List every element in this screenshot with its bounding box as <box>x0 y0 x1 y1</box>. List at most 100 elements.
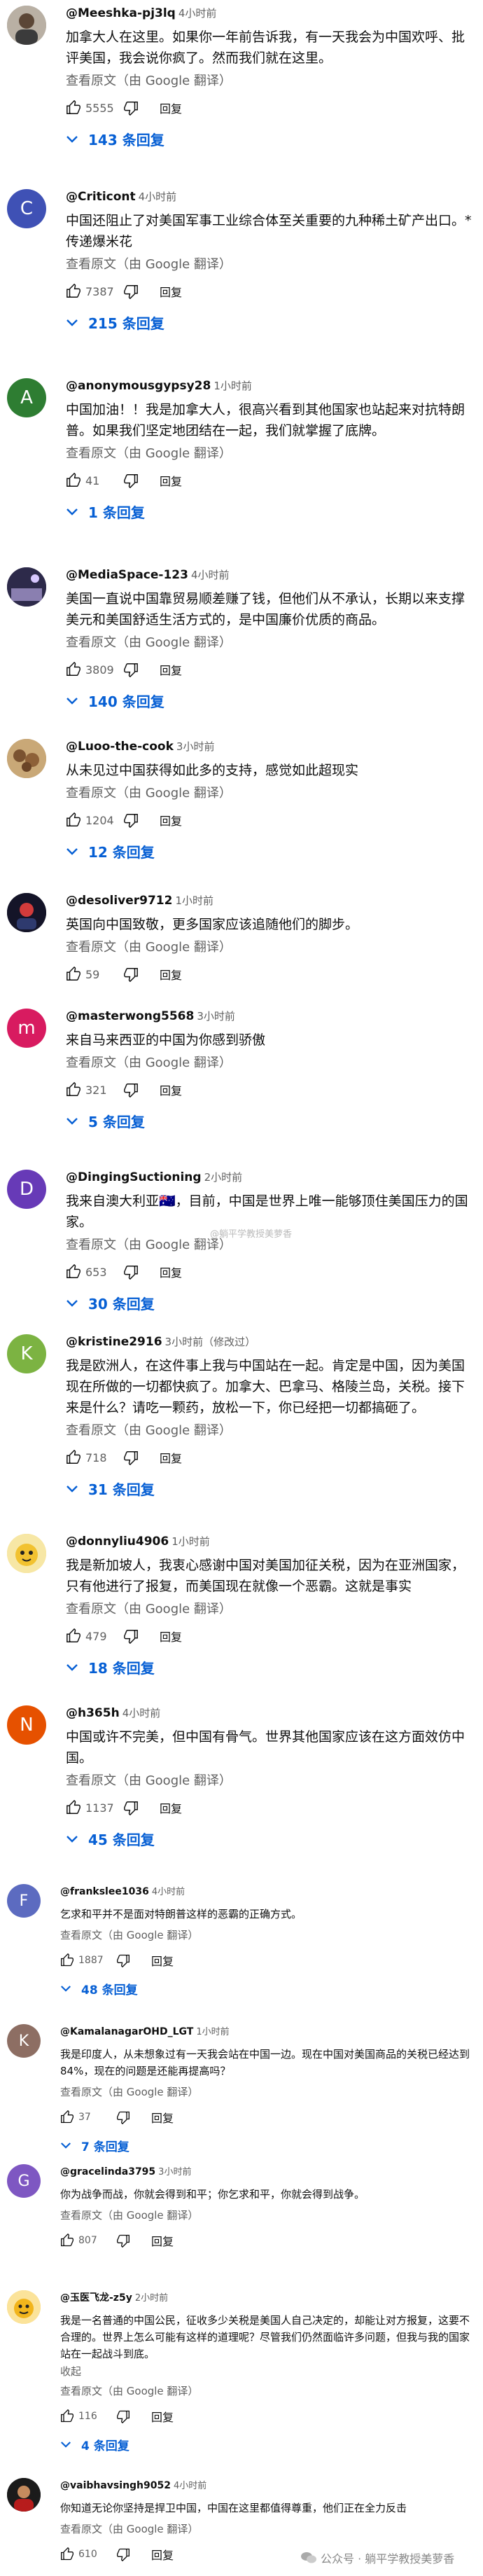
translate-link[interactable]: 查看原文（由 Google 翻译） <box>66 1601 473 1618</box>
comment-author[interactable]: @Luoo-the-cook <box>66 740 174 754</box>
thumbs-up-icon[interactable] <box>60 2234 74 2248</box>
reply-button[interactable]: 回复 <box>160 1628 182 1644</box>
thumbs-up-icon[interactable] <box>66 1628 81 1644</box>
thumbs-down-icon[interactable] <box>123 1082 139 1097</box>
thumbs-down-icon[interactable] <box>116 2110 130 2124</box>
thumbs-down-icon[interactable] <box>123 812 139 828</box>
reply-button[interactable]: 回复 <box>160 1799 182 1816</box>
comment-author[interactable]: @masterwong5568 <box>66 1009 194 1023</box>
thumbs-down-icon[interactable] <box>123 1628 139 1644</box>
view-replies-button[interactable]: 7 条回复 <box>60 2137 473 2154</box>
comment-author[interactable]: @anonymousgypsy28 <box>66 379 211 393</box>
thumbs-up-icon[interactable] <box>66 1450 81 1465</box>
thumbs-down-icon[interactable] <box>116 2409 130 2423</box>
avatar[interactable]: K <box>7 1334 46 1373</box>
translate-link[interactable]: 查看原文（由 Google 翻译） <box>60 2521 473 2537</box>
thumbs-down-icon[interactable] <box>123 284 139 299</box>
reply-button[interactable]: 回复 <box>160 1263 182 1280</box>
translate-link[interactable]: 查看原文（由 Google 翻译） <box>60 2383 473 2400</box>
translate-link[interactable]: 查看原文（由 Google 翻译） <box>66 635 473 651</box>
avatar[interactable] <box>7 2478 41 2512</box>
thumbs-up-icon[interactable] <box>60 2409 74 2423</box>
collapse-link[interactable]: 收起 <box>60 2364 473 2378</box>
thumbs-up-icon[interactable] <box>66 100 81 116</box>
translate-link[interactable]: 查看原文（由 Google 翻译） <box>66 1773 473 1789</box>
comment-author[interactable]: @vaibhavsingh9052 <box>60 2480 171 2491</box>
avatar[interactable] <box>7 1534 46 1573</box>
thumbs-down-icon[interactable] <box>123 1264 139 1280</box>
view-replies-button[interactable]: 5 条回复 <box>66 1111 473 1131</box>
comment-author[interactable]: @frankslee1036 <box>60 1886 149 1897</box>
avatar[interactable]: N <box>7 1705 46 1745</box>
comment-author[interactable]: @donnyliu4906 <box>66 1535 169 1549</box>
translate-link[interactable]: 查看原文（由 Google 翻译） <box>60 1927 473 1944</box>
avatar[interactable]: F <box>7 1884 41 1918</box>
view-replies-button[interactable]: 1 条回复 <box>66 501 473 522</box>
translate-link[interactable]: 查看原文（由 Google 翻译） <box>60 2207 473 2224</box>
thumbs-up-icon[interactable] <box>60 2547 74 2561</box>
avatar[interactable] <box>7 6 46 45</box>
translate-link[interactable]: 查看原文（由 Google 翻译） <box>66 73 473 90</box>
thumbs-up-icon[interactable] <box>60 1953 74 1967</box>
thumbs-up-icon[interactable] <box>66 812 81 828</box>
view-replies-button[interactable]: 30 条回复 <box>66 1293 473 1313</box>
comment-author[interactable]: @Criticont <box>66 190 136 204</box>
thumbs-down-icon[interactable] <box>123 473 139 488</box>
reply-button[interactable]: 回复 <box>160 472 182 489</box>
translate-link[interactable]: 查看原文（由 Google 翻译） <box>66 785 473 802</box>
avatar[interactable]: A <box>7 378 46 417</box>
translate-link[interactable]: 查看原文（由 Google 翻译） <box>66 1422 473 1439</box>
thumbs-down-icon[interactable] <box>123 1800 139 1815</box>
avatar[interactable]: K <box>7 2024 41 2058</box>
thumbs-up-icon[interactable] <box>66 473 81 488</box>
view-replies-button[interactable]: 48 条回复 <box>60 1980 473 1997</box>
thumbs-down-icon[interactable] <box>116 2234 130 2248</box>
comment-author[interactable]: @gracelinda3795 <box>60 2166 155 2177</box>
reply-button[interactable]: 回复 <box>151 2408 174 2425</box>
reply-button[interactable]: 回复 <box>151 1952 174 1969</box>
view-replies-button[interactable]: 215 条回复 <box>66 312 473 333</box>
avatar[interactable] <box>7 739 46 778</box>
translate-link[interactable]: 查看原文（由 Google 翻译） <box>60 2084 473 2100</box>
thumbs-up-icon[interactable] <box>66 1082 81 1097</box>
thumbs-up-icon[interactable] <box>66 662 81 677</box>
view-replies-button[interactable]: 45 条回复 <box>66 1829 473 1849</box>
reply-button[interactable]: 回复 <box>160 661 182 678</box>
reply-button[interactable]: 回复 <box>151 2109 174 2126</box>
comment-author[interactable]: @h365h <box>66 1706 120 1720</box>
comment-author[interactable]: @DingingSuctioning <box>66 1170 202 1184</box>
avatar[interactable] <box>7 893 46 932</box>
thumbs-down-icon[interactable] <box>123 967 139 982</box>
thumbs-down-icon[interactable] <box>116 1953 130 1967</box>
thumbs-up-icon[interactable] <box>66 1800 81 1815</box>
avatar[interactable] <box>7 2290 41 2324</box>
view-replies-button[interactable]: 12 条回复 <box>66 841 473 861</box>
thumbs-up-icon[interactable] <box>60 2110 74 2124</box>
comment-author[interactable]: @KamalanagarOHD_LGT <box>60 2026 193 2037</box>
thumbs-up-icon[interactable] <box>66 284 81 299</box>
thumbs-down-icon[interactable] <box>123 662 139 677</box>
thumbs-up-icon[interactable] <box>66 967 81 982</box>
view-replies-button[interactable]: 31 条回复 <box>66 1479 473 1499</box>
comment-author[interactable]: @kristine2916 <box>66 1335 162 1349</box>
reply-button[interactable]: 回复 <box>160 966 182 983</box>
translate-link[interactable]: 查看原文（由 Google 翻译） <box>66 1055 473 1072</box>
comment-author[interactable]: @desoliver9712 <box>66 894 172 908</box>
thumbs-down-icon[interactable] <box>123 100 139 116</box>
thumbs-up-icon[interactable] <box>66 1264 81 1280</box>
thumbs-down-icon[interactable] <box>116 2547 130 2561</box>
view-replies-button[interactable]: 140 条回复 <box>66 691 473 711</box>
reply-button[interactable]: 回复 <box>151 2232 174 2249</box>
translate-link[interactable]: 查看原文（由 Google 翻译） <box>66 939 473 956</box>
reply-button[interactable]: 回复 <box>160 812 182 829</box>
avatar[interactable]: m <box>7 1009 46 1048</box>
reply-button[interactable]: 回复 <box>160 99 182 116</box>
comment-author[interactable]: @MediaSpace-123 <box>66 568 188 582</box>
translate-link[interactable]: 查看原文（由 Google 翻译） <box>66 445 473 462</box>
thumbs-down-icon[interactable] <box>123 1450 139 1465</box>
view-replies-button[interactable]: 18 条回复 <box>66 1657 473 1677</box>
reply-button[interactable]: 回复 <box>160 283 182 300</box>
avatar[interactable]: C <box>7 189 46 228</box>
view-replies-button[interactable]: 143 条回复 <box>66 129 473 149</box>
reply-button[interactable]: 回复 <box>160 1449 182 1466</box>
